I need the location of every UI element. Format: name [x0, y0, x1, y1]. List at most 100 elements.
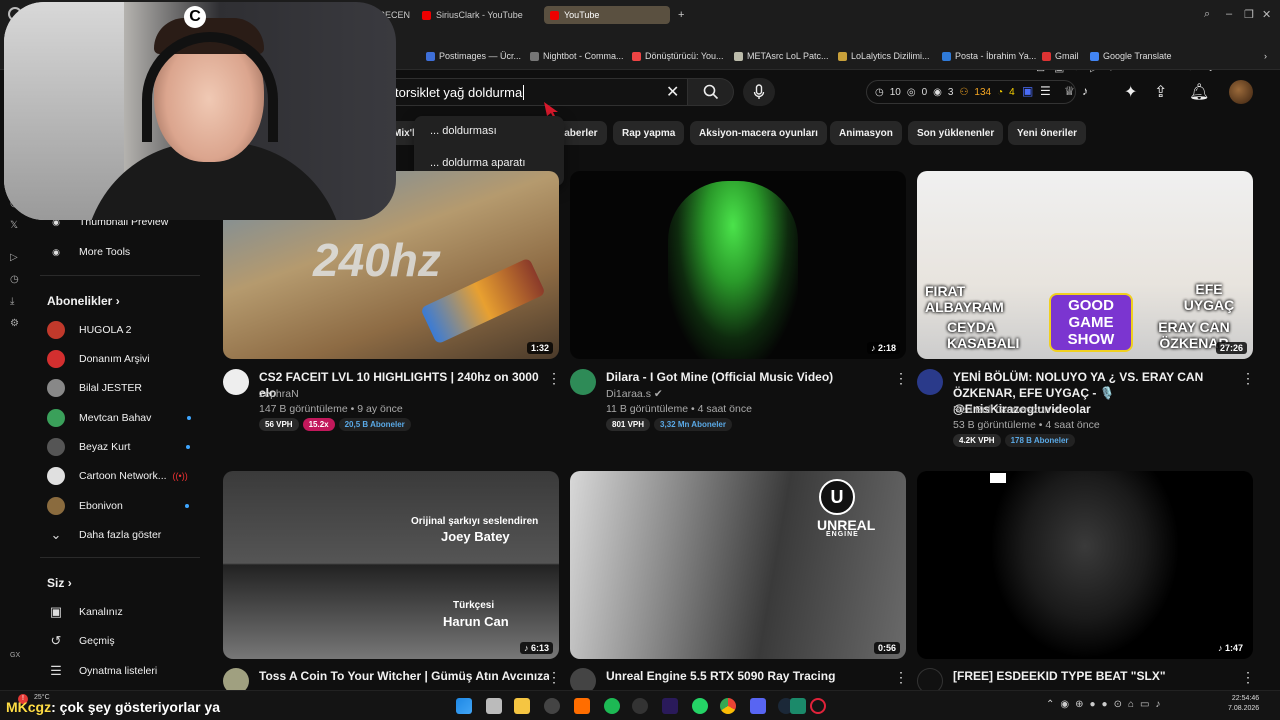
account-avatar[interactable]	[1229, 80, 1253, 104]
minimize-icon[interactable]: –	[1226, 8, 1232, 20]
extension-icon[interactable]: ✦	[1124, 82, 1137, 102]
chip-aksiyon-macera[interactable]: Aksiyon-macera oyunları	[690, 121, 827, 145]
search-tabs-icon[interactable]: ⌕	[1204, 8, 1210, 21]
bookmark-icon	[734, 51, 743, 61]
more-options-icon[interactable]: ⋮	[1241, 370, 1255, 387]
trophy-icon[interactable]: ♕	[1064, 84, 1075, 98]
chip-son-yuklenenler[interactable]: Son yüklenenler	[908, 121, 1004, 145]
downloads-icon[interactable]: ⤓	[10, 296, 14, 307]
spotify-icon[interactable]	[604, 698, 620, 714]
clear-search-icon[interactable]: ✕	[666, 82, 679, 102]
new-content-dot	[186, 445, 191, 449]
sidebar-sub-bilal-jester[interactable]: Bilal JESTER	[47, 379, 142, 397]
task-view-icon[interactable]	[486, 698, 502, 714]
channel-avatar[interactable]	[570, 369, 596, 395]
tab-youtube-active[interactable]: YouTube	[544, 6, 670, 24]
upload-icon[interactable]: ⇪	[1154, 82, 1167, 102]
avatar	[47, 379, 65, 397]
app-icon[interactable]	[574, 698, 590, 714]
thumbnail-logo: ENGINE	[826, 531, 859, 538]
avatar	[47, 409, 65, 427]
more-options-icon[interactable]: ⋮	[894, 370, 908, 387]
file-explorer-icon[interactable]	[514, 698, 530, 714]
voice-search-button[interactable]	[743, 78, 775, 106]
chip-animasyon[interactable]: Animasyon	[830, 121, 902, 145]
video-title[interactable]: CS2 FACEIT LVL 10 HIGHLIGHTS | 240hz on …	[259, 369, 549, 401]
sidebar-sub-hugola[interactable]: HUGOLA 2	[47, 321, 132, 339]
taskbar-clock[interactable]: 22:54:46 7.08.2026	[1228, 694, 1259, 714]
webcam-background	[4, 2, 124, 220]
history-icon[interactable]: ◷	[10, 274, 19, 285]
suggestion-item[interactable]: ... doldurması	[430, 125, 497, 137]
search-icon	[703, 84, 718, 100]
sidebar-sub-ebonivon[interactable]: Ebonivon	[47, 497, 189, 515]
video-thumbnail[interactable]: U UNREAL ENGINE 0:56	[570, 471, 906, 659]
windows-start-icon[interactable]	[456, 698, 472, 714]
sidebar-sub-mevtcan-bahav[interactable]: Mevtcan Bahav	[47, 409, 192, 427]
subscriptions-heading[interactable]: Abonelikler ›	[47, 294, 120, 308]
sidebar-item-more-tools[interactable]: ◉ More Tools	[47, 246, 130, 258]
sidebar-sub-beyaz-kurt[interactable]: Beyaz Kurt	[47, 438, 191, 456]
video-thumbnail[interactable]: Orijinal şarkıyı seslendiren Joey Batey …	[223, 471, 559, 659]
maximize-icon[interactable]: ❐	[1244, 8, 1254, 21]
close-window-icon[interactable]: ✕	[1262, 8, 1271, 21]
extension-blue-icon[interactable]: ▣	[1022, 84, 1033, 98]
chip-rap-yapma[interactable]: Rap yapma	[613, 121, 685, 145]
sidebar-item-gecmis[interactable]: ↺ Geçmiş	[47, 633, 115, 649]
video-thumbnail[interactable]: FIRAT ALBAYRAM CEYDA KASABALI GOOD GAME …	[917, 171, 1253, 359]
discord-icon[interactable]	[750, 698, 766, 714]
video-title[interactable]: [FREE] ESDEEKID TYPE BEAT "SLX"	[953, 668, 1243, 684]
whatsapp-icon[interactable]	[692, 698, 708, 714]
settings-gear-icon[interactable]: ⚙	[10, 318, 19, 329]
bookmark-gmail[interactable]: Gmail	[1042, 51, 1079, 61]
video-title[interactable]: Unreal Engine 5.5 RTX 5090 Ray Tracing	[606, 668, 896, 684]
channel-avatar[interactable]	[917, 369, 943, 395]
channel-name[interactable]: zephraN	[259, 388, 299, 400]
more-options-icon[interactable]: ⋮	[1241, 669, 1255, 686]
bookmarks-more-icon[interactable]: ›	[1264, 51, 1267, 61]
bookmark-posta[interactable]: Posta - İbrahim Ya...	[942, 51, 1036, 61]
tab-siriusclark[interactable]: SiriusClark - YouTube	[416, 6, 529, 24]
sidebar-item-oynatma-listeleri[interactable]: ☰ Oynatma listeleri	[47, 663, 157, 679]
show-more-button[interactable]: ⌄ Daha fazla göster	[47, 527, 162, 543]
system-tray-icons[interactable]: ⌃◉⊕●●⊙⌂▭♪	[1046, 699, 1166, 710]
avatar	[47, 350, 65, 368]
bell-small-icon[interactable]: ♪	[1082, 84, 1088, 98]
chrome-icon[interactable]	[720, 698, 736, 714]
subscribers-badge: 3,32 Mn Aboneler	[654, 418, 732, 431]
opera-gx-icon[interactable]	[810, 698, 826, 714]
chip-yeni-oneriler[interactable]: Yeni öneriler	[1008, 121, 1087, 145]
new-tab-button[interactable]: +	[672, 6, 690, 24]
app-icon[interactable]	[790, 698, 806, 714]
you-heading[interactable]: Siz ›	[47, 576, 72, 590]
bookmark-metasrc[interactable]: METAsrc LoL Patc...	[734, 51, 829, 61]
channel-name[interactable]: Di1araa.s ✔	[606, 388, 663, 400]
app-icon[interactable]	[544, 698, 560, 714]
video-title[interactable]: Dilara - I Got Mine (Official Music Vide…	[606, 369, 896, 385]
more-options-icon[interactable]: ⋮	[547, 370, 561, 387]
notifications-bell-icon[interactable]: 🔔︎	[1189, 82, 1209, 102]
bookmark-nightbot[interactable]: Nightbot - Comma...	[530, 51, 624, 61]
sidebar-sub-donanim-arsivi[interactable]: Donanım Arşivi	[47, 350, 150, 368]
obs-icon[interactable]	[632, 698, 648, 714]
bookmark-lolalytics[interactable]: LoLalytics Dizilimi...	[838, 51, 930, 61]
video-thumbnail[interactable]: ♪ 1:47	[917, 471, 1253, 659]
x-twitter-icon[interactable]: 𝕏	[10, 220, 18, 231]
channel-name[interactable]: Red Bull Gamerszon ✔	[953, 404, 1062, 416]
browser-sidebar-rail: ◎ 𝕏 ▷ ◷ ⤓ ⚙ GX	[0, 190, 30, 670]
sidebar-item-kanaliniz[interactable]: ▣ Kanalınız	[47, 604, 123, 620]
video-thumbnail[interactable]: ♪ 2:18	[570, 171, 906, 359]
bookmark-donusturucu[interactable]: Dönüştürücü: You...	[632, 51, 724, 61]
more-options-icon[interactable]: ⋮	[894, 669, 908, 686]
player-icon[interactable]: ▷	[10, 252, 18, 263]
channel-avatar[interactable]	[223, 369, 249, 395]
list-icon[interactable]: ☰	[1040, 84, 1051, 98]
bookmark-postimages[interactable]: Postimages — Ücr...	[426, 51, 521, 61]
premiere-icon[interactable]	[662, 698, 678, 714]
bookmark-google-translate[interactable]: Google Translate	[1090, 51, 1172, 61]
suggestion-item[interactable]: ... doldurma aparatı	[430, 157, 525, 169]
video-title[interactable]: Toss A Coin To Your Witcher | Gümüş Atın…	[259, 668, 549, 684]
sidebar-sub-cartoon-network[interactable]: Cartoon Network... ((•))	[47, 467, 188, 485]
more-options-icon[interactable]: ⋮	[547, 669, 561, 686]
search-button[interactable]	[688, 78, 734, 106]
